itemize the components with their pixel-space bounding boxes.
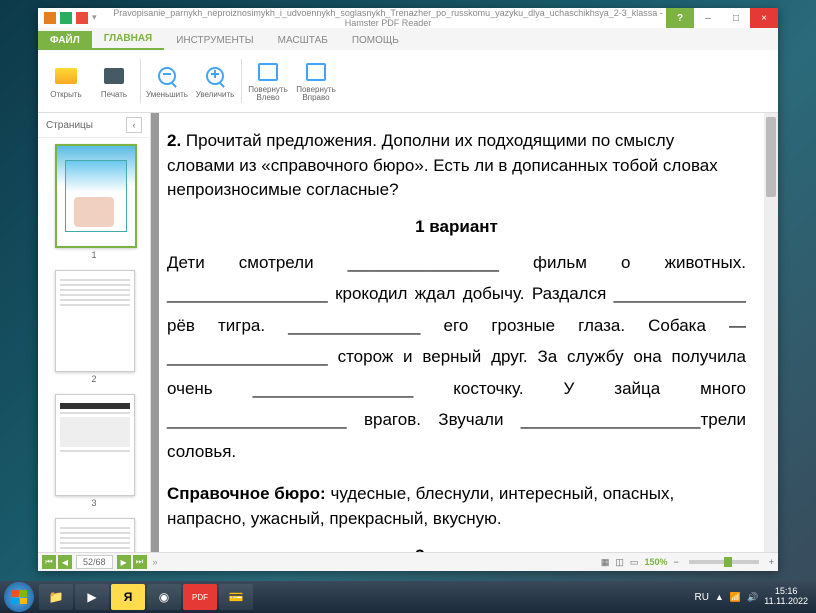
reference-box: Справочное бюро: чудесные, блеснули, инт… <box>167 481 746 532</box>
pdf-reader-window: ▾ Pravopisanie_parnykh_neproiznosimykh_i… <box>38 8 778 571</box>
variant-2-heading: 2 вариант <box>167 546 746 552</box>
zoom-in-icon <box>206 67 224 85</box>
thumb-4[interactable]: 4 <box>55 518 133 552</box>
rotate-right-icon <box>306 63 326 81</box>
zoom-out-label: Уменьшить <box>146 90 188 99</box>
quick-print-icon[interactable] <box>60 12 72 24</box>
printer-icon <box>104 68 124 84</box>
minimize-button[interactable]: – <box>694 8 722 28</box>
sidebar-pages: Страницы ‹ ▦ ☰ ◫ 1 2 3 <box>38 113 151 552</box>
taskbar-explorer[interactable]: 📁 <box>39 584 73 610</box>
exercise-intro-text: Прочитай предложения. Дополни их подходя… <box>167 131 718 199</box>
tab-help[interactable]: ПОМОЩЬ <box>340 31 411 50</box>
taskbar-chrome[interactable]: ◉ <box>147 584 181 610</box>
taskbar-media[interactable]: ▶ <box>75 584 109 610</box>
taskbar-card[interactable]: 💳 <box>219 584 253 610</box>
taskbar-date: 11.11.2022 <box>764 597 808 607</box>
window-controls: ? – □ × <box>666 8 778 28</box>
tab-home[interactable]: ГЛАВНАЯ <box>92 29 165 50</box>
page-content: 2. Прочитай предложения. Дополни их подх… <box>159 113 770 552</box>
print-button[interactable]: Печать <box>90 54 138 108</box>
document-viewport[interactable]: 2. Прочитай предложения. Дополни их подх… <box>151 113 778 552</box>
sidebar-header: Страницы ‹ <box>38 113 150 138</box>
zoom-slider-grip[interactable] <box>724 557 732 567</box>
rotate-right-button[interactable]: Повернуть Вправо <box>292 54 340 108</box>
taskbar: 📁 ▶ Я ◉ PDF 💳 RU ▲ 📶 🔊 15:16 11.11.2022 <box>0 581 816 613</box>
tab-scale[interactable]: МАСШТАБ <box>266 31 340 50</box>
nav-first-button[interactable]: ⏮ <box>42 555 56 569</box>
nav-more[interactable]: » <box>153 557 158 567</box>
view-mode-icon-3[interactable]: ▭ <box>630 557 639 568</box>
help-button[interactable]: ? <box>666 8 694 28</box>
thumb-2[interactable]: 2 <box>55 270 133 384</box>
vertical-scrollbar[interactable] <box>764 113 778 552</box>
thumb-3[interactable]: 3 <box>55 394 133 508</box>
zoom-in-button[interactable]: Увеличить <box>191 54 239 108</box>
thumbnails: 1 2 3 4 <box>38 138 150 552</box>
tab-tools[interactable]: ИНСТРУМЕНТЫ <box>164 31 265 50</box>
thumb-num-1: 1 <box>55 250 133 260</box>
windows-logo-icon <box>11 590 27 604</box>
language-indicator[interactable]: RU <box>694 592 708 603</box>
print-label: Печать <box>101 90 127 99</box>
tray-volume-icon[interactable]: 🔊 <box>747 592 758 603</box>
scrollbar-thumb[interactable] <box>766 117 776 197</box>
exercise-number: 2. <box>167 131 181 150</box>
ribbon: Открыть Печать Уменьшить Увеличить Повер… <box>38 50 778 113</box>
zoom-in-label: Увеличить <box>196 90 235 99</box>
zoom-level[interactable]: 150% <box>644 557 667 567</box>
nav-next-button[interactable]: ▶ <box>117 555 131 569</box>
rotate-left-icon <box>258 63 278 81</box>
quick-save-icon[interactable] <box>44 12 56 24</box>
folder-icon <box>55 68 77 84</box>
zoom-plus-button[interactable]: + <box>769 557 774 567</box>
thumb-num-2: 2 <box>55 374 133 384</box>
rotate-right-label: Повернуть Вправо <box>292 86 340 102</box>
sidebar-collapse-button[interactable]: ‹ <box>126 117 142 133</box>
open-button[interactable]: Открыть <box>42 54 90 108</box>
open-label: Открыть <box>50 90 81 99</box>
zoom-slider[interactable] <box>689 560 759 564</box>
nav-last-button[interactable]: ⏭ <box>133 555 147 569</box>
variant-1-body: Дети смотрели ________________ фильм о ж… <box>167 247 746 467</box>
main-area: Страницы ‹ ▦ ☰ ◫ 1 2 3 <box>38 113 778 552</box>
title-bar: ▾ Pravopisanie_parnykh_neproiznosimykh_i… <box>38 8 778 28</box>
taskbar-pdf-reader[interactable]: PDF <box>183 584 217 610</box>
sidebar-title: Страницы <box>46 120 93 131</box>
quick-pdf-icon[interactable] <box>76 12 88 24</box>
status-bar: ⏮ ◀ 52/68 ▶ ⏭ » ▦ ◫ ▭ 150% − + <box>38 552 778 571</box>
system-tray: RU ▲ 📶 🔊 15:16 11.11.2022 <box>694 587 812 607</box>
page-indicator[interactable]: 52/68 <box>76 555 113 569</box>
view-mode-icon-1[interactable]: ▦ <box>601 557 610 568</box>
taskbar-yandex[interactable]: Я <box>111 584 145 610</box>
tab-file[interactable]: ФАЙЛ <box>38 31 92 50</box>
rotate-left-button[interactable]: Повернуть Влево <box>244 54 292 108</box>
thumb-num-3: 3 <box>55 498 133 508</box>
variant-1-heading: 1 вариант <box>167 217 746 237</box>
start-button[interactable] <box>4 582 34 612</box>
quick-access: ▾ <box>38 10 110 26</box>
thumb-1[interactable]: 1 <box>55 144 133 260</box>
zoom-minus-button[interactable]: − <box>673 557 678 567</box>
exercise-intro: 2. Прочитай предложения. Дополни их подх… <box>167 129 746 203</box>
zoom-out-icon <box>158 67 176 85</box>
view-mode-icon-2[interactable]: ◫ <box>615 557 624 568</box>
taskbar-clock[interactable]: 15:16 11.11.2022 <box>764 587 812 607</box>
nav-prev-button[interactable]: ◀ <box>58 555 72 569</box>
zoom-out-button[interactable]: Уменьшить <box>143 54 191 108</box>
maximize-button[interactable]: □ <box>722 8 750 28</box>
window-title: Pravopisanie_parnykh_neproiznosimykh_i_u… <box>110 8 666 28</box>
rotate-left-label: Повернуть Влево <box>244 86 292 102</box>
quick-dropdown-icon[interactable]: ▾ <box>92 12 104 24</box>
tray-network-icon[interactable]: 📶 <box>730 592 741 603</box>
ribbon-tabs: ФАЙЛ ГЛАВНАЯ ИНСТРУМЕНТЫ МАСШТАБ ПОМОЩЬ <box>38 28 778 50</box>
reference-label: Справочное бюро: <box>167 484 326 503</box>
close-button[interactable]: × <box>750 8 778 28</box>
tray-icon-1[interactable]: ▲ <box>715 592 724 602</box>
